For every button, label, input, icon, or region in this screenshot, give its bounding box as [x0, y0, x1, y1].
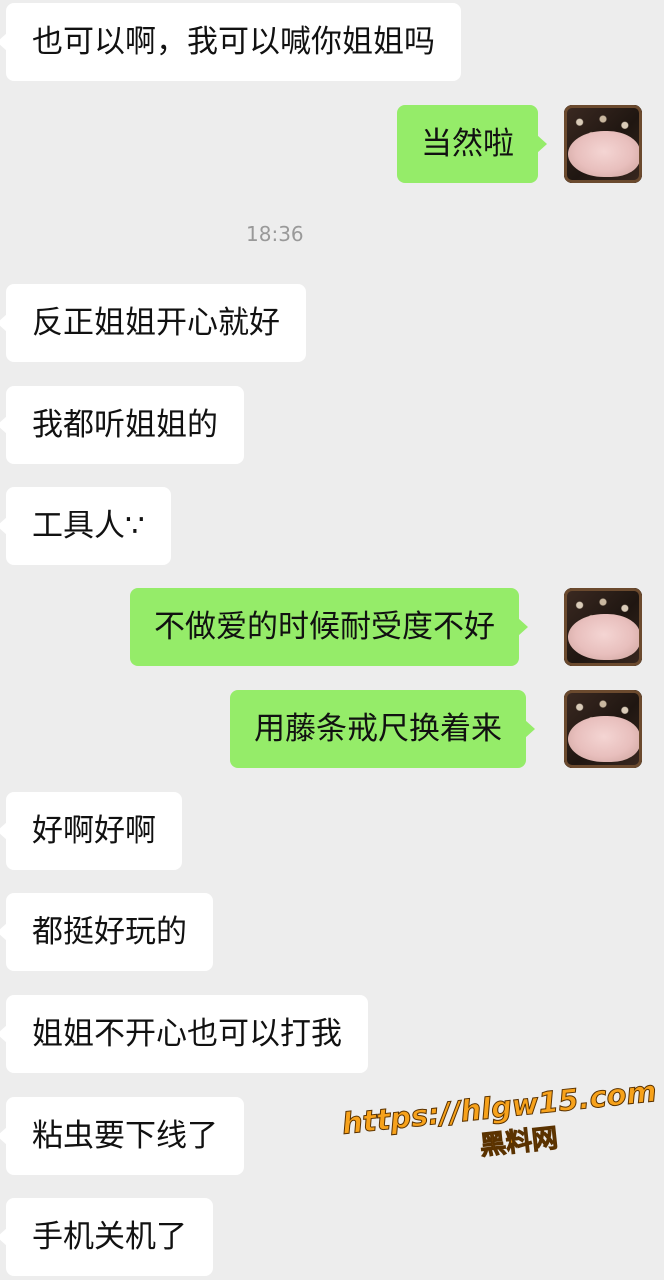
message-bubble-sent[interactable]: 用藤条戒尺换着来: [230, 690, 535, 768]
message-bubble-received[interactable]: 也可以啊，我可以喊你姐姐吗: [0, 3, 461, 81]
avatar-rim: [564, 690, 642, 768]
message-bubble-sent[interactable]: 不做爱的时候耐受度不好: [130, 588, 528, 666]
message-bubble-received[interactable]: 都挺好玩的: [0, 893, 213, 971]
message-bubble-received[interactable]: 我都听姐姐的: [0, 386, 244, 464]
message-bubble-received[interactable]: 手机关机了: [0, 1198, 213, 1276]
avatar-rim: [564, 105, 642, 183]
avatar[interactable]: [564, 690, 642, 768]
message-bubble-received[interactable]: 粘虫要下线了: [0, 1097, 244, 1175]
message-timestamp: 18:36: [246, 222, 304, 246]
watermark: https://hlgw15.com 黑料网: [340, 1072, 660, 1214]
message-bubble-received[interactable]: 反正姐姐开心就好: [0, 284, 306, 362]
avatar[interactable]: [564, 588, 642, 666]
message-bubble-received[interactable]: 工具人∵: [0, 487, 171, 565]
message-bubble-received[interactable]: 好啊好啊: [0, 792, 182, 870]
avatar[interactable]: [564, 105, 642, 183]
message-bubble-sent[interactable]: 当然啦: [397, 105, 547, 183]
message-bubble-received[interactable]: 姐姐不开心也可以打我: [0, 995, 368, 1073]
avatar-rim: [564, 588, 642, 666]
